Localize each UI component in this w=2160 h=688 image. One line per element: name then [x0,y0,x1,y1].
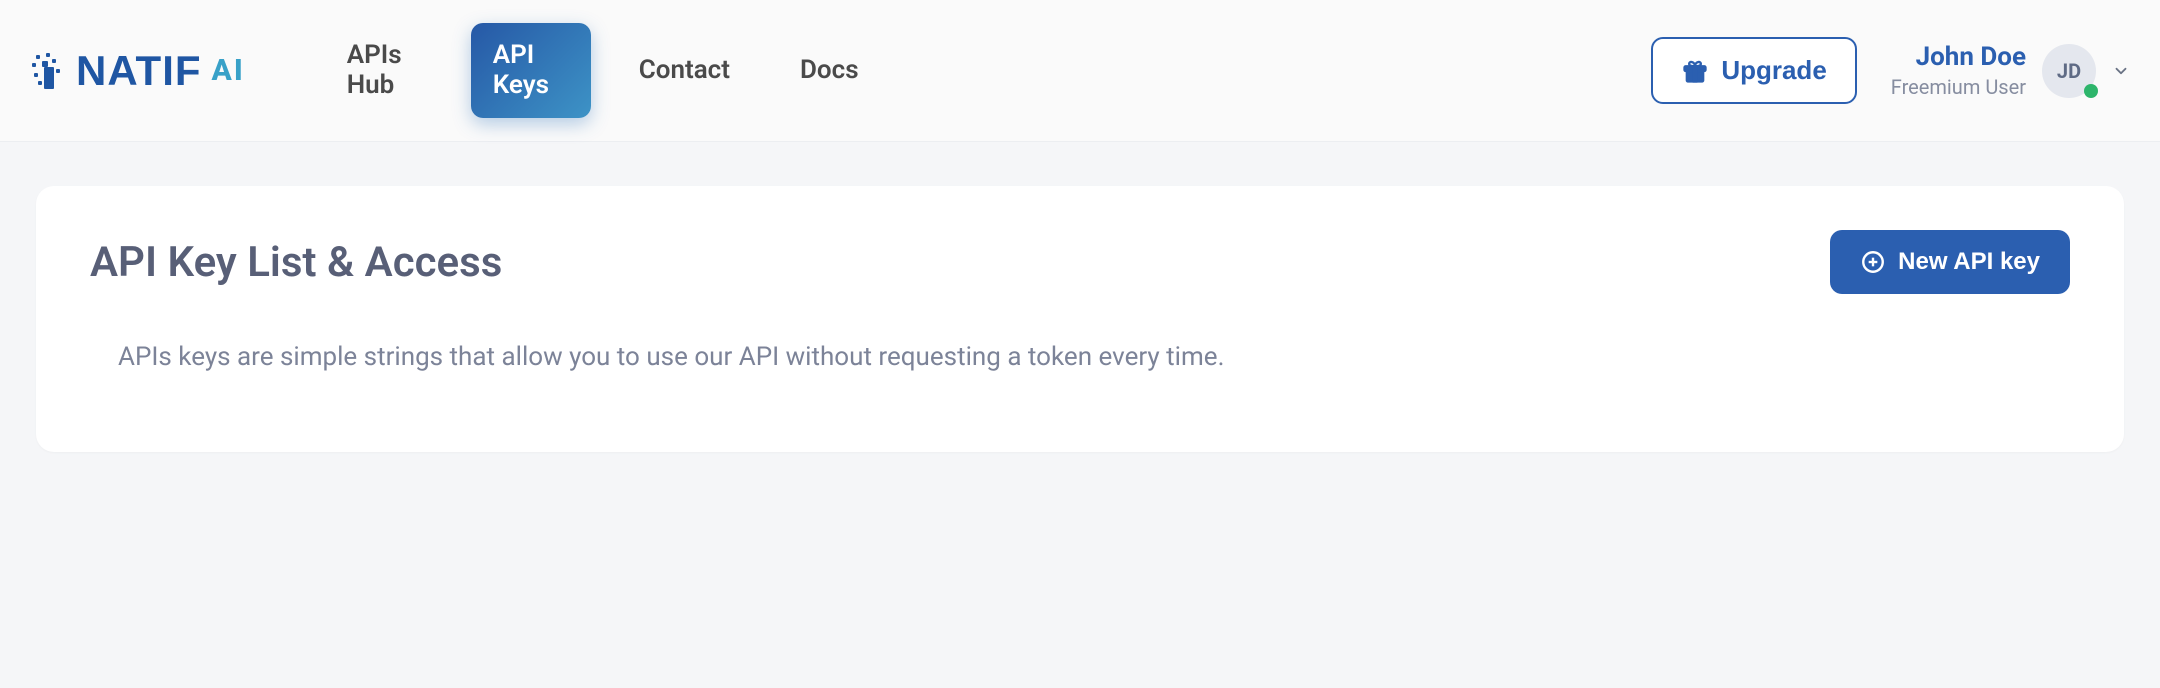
upgrade-button[interactable]: Upgrade [1651,37,1856,104]
user-menu[interactable]: John Doe Freemium User JD [1891,43,2130,98]
user-role: Freemium User [1891,76,2026,98]
logo-mark-icon [30,51,70,91]
nav-label: API Keys [493,40,549,100]
status-online-icon [2084,84,2098,98]
card-header: API Key List & Access New API key [90,230,2070,294]
nav-item-docs[interactable]: Docs [778,38,881,104]
nav-label: APIs Hub [347,40,402,100]
card-description: APIs keys are simple strings that allow … [90,342,2070,372]
nav-item-api-keys[interactable]: API Keys [471,23,591,119]
logo-text-secondary: AI [212,53,245,88]
upgrade-label: Upgrade [1721,55,1826,86]
page-title: API Key List & Access [90,238,502,287]
chevron-down-icon [2112,62,2130,80]
app-header: NATIF AI APIs Hub API Keys Contact Docs … [0,0,2160,142]
avatar-initials: JD [2057,59,2081,83]
avatar: JD [2042,44,2096,98]
plus-circle-icon [1860,249,1886,275]
nav-item-contact[interactable]: Contact [617,38,752,104]
user-text: John Doe Freemium User [1891,43,2026,98]
nav-label: Docs [800,55,859,85]
new-api-key-label: New API key [1898,248,2040,276]
gift-icon [1681,57,1709,85]
nav-item-apis-hub[interactable]: APIs Hub [325,23,445,119]
user-name: John Doe [1891,43,2026,72]
logo[interactable]: NATIF AI [30,47,245,95]
api-keys-card: API Key List & Access New API key APIs k… [36,186,2124,452]
nav-label: Contact [639,55,730,85]
primary-nav: APIs Hub API Keys Contact Docs [325,23,881,119]
logo-text-primary: NATIF [76,47,202,95]
main-content: API Key List & Access New API key APIs k… [0,142,2160,496]
header-right: Upgrade John Doe Freemium User JD [1651,37,2130,104]
new-api-key-button[interactable]: New API key [1830,230,2070,294]
